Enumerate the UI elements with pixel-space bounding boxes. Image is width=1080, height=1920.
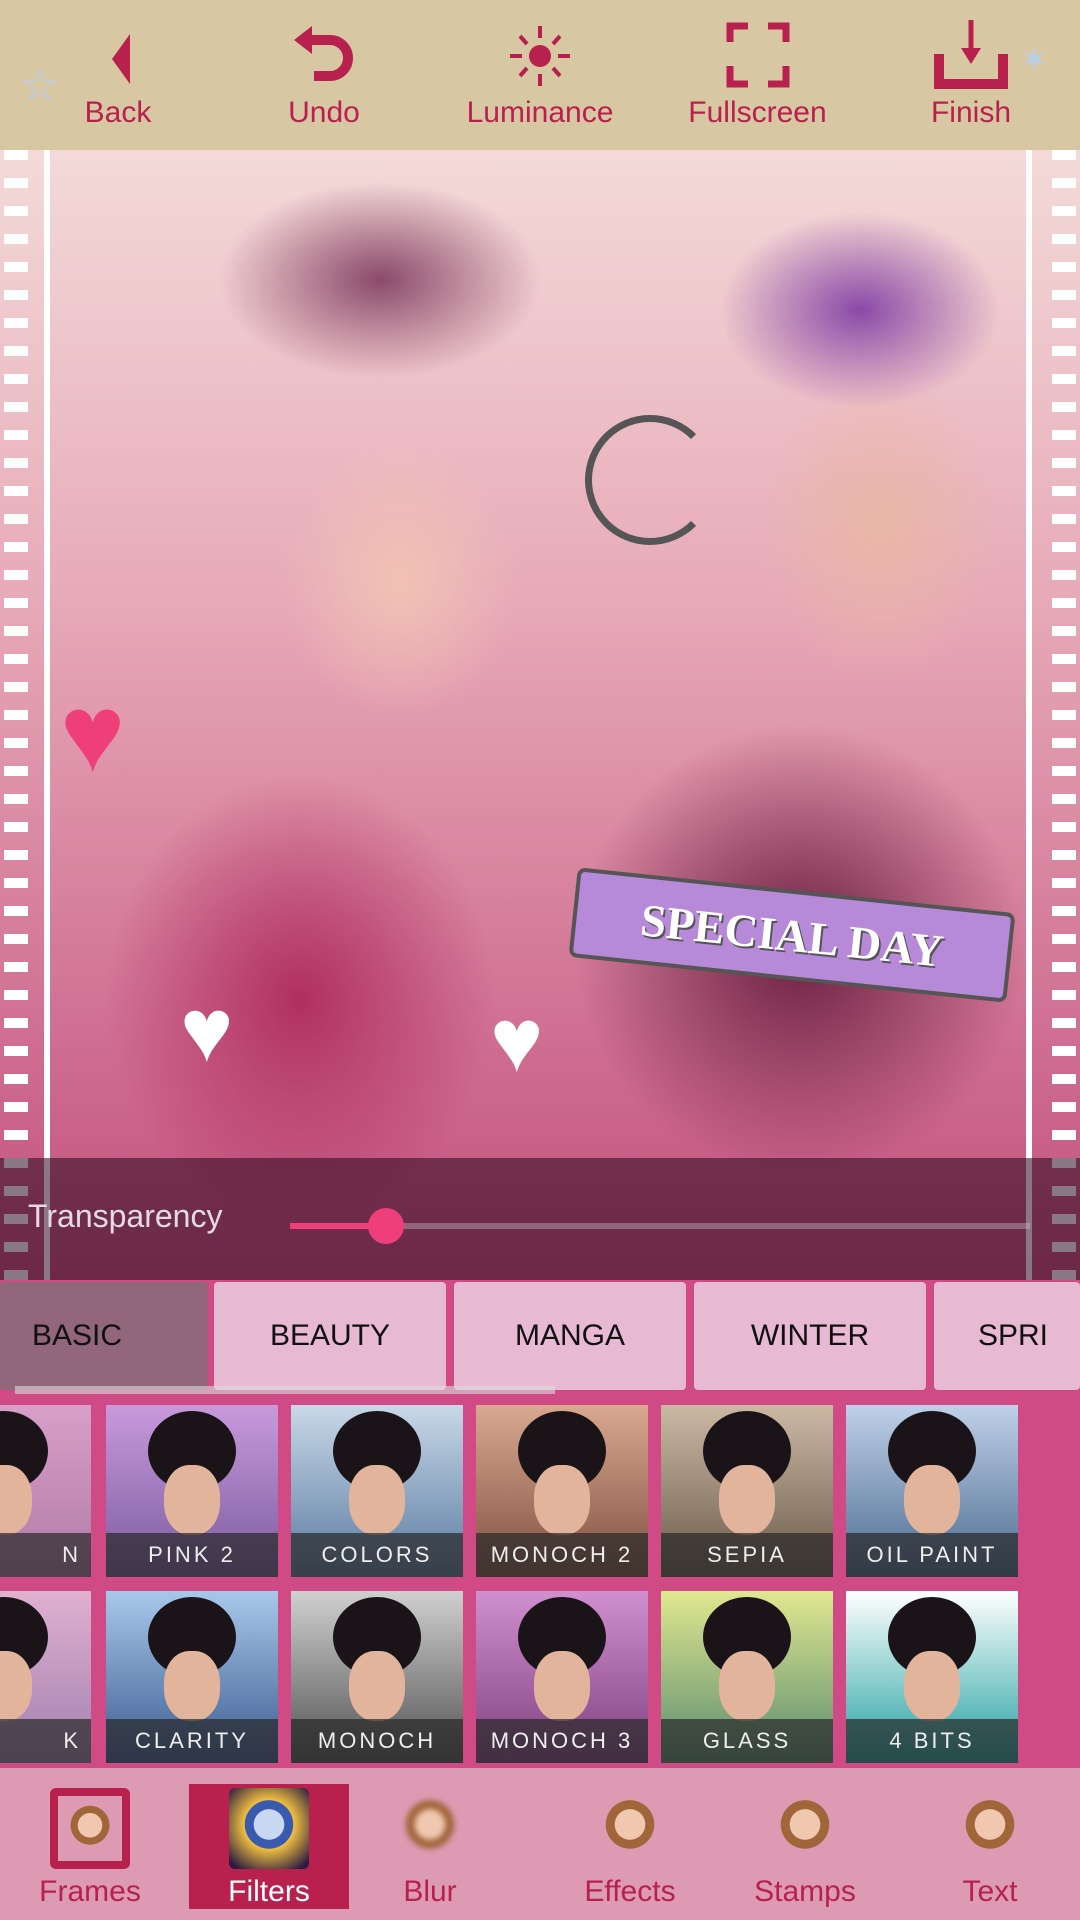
- transparency-label: Transparency: [28, 1198, 223, 1234]
- tab-beauty[interactable]: BEAUTY: [214, 1282, 446, 1390]
- nav-frames[interactable]: Frames: [10, 1784, 170, 1909]
- filter-thumb-pink-2[interactable]: PINK 2: [106, 1405, 278, 1577]
- nav-text[interactable]: Text: [910, 1784, 1070, 1909]
- nav-label: Filters: [228, 1875, 310, 1908]
- nav-label: Blur: [403, 1875, 457, 1908]
- blur-icon: [390, 1788, 470, 1869]
- tab-basic[interactable]: BASIC: [0, 1282, 208, 1390]
- preview-face: [349, 1465, 405, 1535]
- finish-button[interactable]: Finish: [921, 14, 1021, 134]
- special-day-sticker[interactable]: SPECIAL DAY: [568, 867, 1016, 1003]
- filter-label: MONOCH 3: [476, 1719, 648, 1763]
- back-button[interactable]: Back: [68, 14, 168, 134]
- filter-thumb-glass[interactable]: GLASS: [661, 1591, 833, 1763]
- undo-label: Undo: [288, 96, 360, 129]
- nav-label: Text: [962, 1875, 1018, 1908]
- download-icon: [934, 20, 1008, 89]
- frame-border-right: [1026, 150, 1032, 1280]
- tab-label: WINTER: [750, 1319, 870, 1352]
- heart-whiskers-sticker[interactable]: ♥: [490, 990, 543, 1093]
- sticker-text: SPECIAL DAY: [638, 893, 946, 977]
- luminance-label: Luminance: [466, 96, 614, 129]
- frames-icon: [50, 1788, 130, 1869]
- nav-label: Effects: [584, 1875, 676, 1908]
- finish-label: Finish: [930, 96, 1012, 129]
- frame-dots-right: [1052, 150, 1076, 1280]
- preview-face: [719, 1651, 775, 1721]
- filter-label: GLASS: [661, 1719, 833, 1763]
- filters-icon: [229, 1788, 309, 1869]
- stamps-icon: [765, 1788, 845, 1869]
- filter-thumb-k[interactable]: K: [0, 1591, 91, 1763]
- photo-canvas[interactable]: ♥ ♥ ♥ SPECIAL DAY: [0, 150, 1080, 1280]
- preview-face: [904, 1465, 960, 1535]
- filter-label: PINK 2: [106, 1533, 278, 1577]
- fullscreen-label: Fullscreen: [688, 96, 827, 129]
- preview-face: [349, 1651, 405, 1721]
- filter-thumb-colors[interactable]: COLORS: [291, 1405, 463, 1577]
- filter-label: CLARITY: [106, 1719, 278, 1763]
- filter-label: K: [0, 1719, 91, 1763]
- back-icon: [112, 34, 130, 84]
- swirl-sticker[interactable]: [585, 415, 715, 545]
- star-decoration-icon: ☆: [20, 61, 60, 110]
- tab-label: BEAUTY: [269, 1319, 391, 1352]
- preview-face: [534, 1651, 590, 1721]
- filter-thumb-monoch-2[interactable]: MONOCH 2: [476, 1405, 648, 1577]
- nav-blur[interactable]: Blur: [350, 1784, 510, 1909]
- slider-thumb[interactable]: [368, 1208, 405, 1244]
- nav-label: Stamps: [754, 1875, 856, 1908]
- filter-thumb-clarity[interactable]: CLARITY: [106, 1591, 278, 1763]
- luminance-button[interactable]: Luminance: [455, 14, 625, 134]
- tab-label: SPRI: [978, 1319, 1049, 1352]
- text-icon: [950, 1788, 1030, 1869]
- star-decoration-icon: ✶: [1020, 41, 1049, 79]
- filter-category-tabs: BASIC BEAUTY MANGA WINTER SPRI: [0, 1282, 1080, 1394]
- preview-face: [164, 1651, 220, 1721]
- undo-icon: [294, 26, 353, 81]
- preview-face: [719, 1465, 775, 1535]
- nav-label: Frames: [39, 1875, 141, 1908]
- filter-thumb-sepia[interactable]: SEPIA: [661, 1405, 833, 1577]
- filter-label: 4 BITS: [846, 1719, 1018, 1763]
- top-toolbar: ☆ ✶ Back Undo Luminance Fullscreen Finis…: [0, 0, 1080, 150]
- tab-manga[interactable]: MANGA: [454, 1282, 686, 1390]
- heart-sticker[interactable]: ♥: [60, 670, 125, 797]
- tab-spring[interactable]: SPRI: [934, 1282, 1080, 1390]
- filter-thumb-n[interactable]: N: [0, 1405, 91, 1577]
- tab-winter[interactable]: WINTER: [694, 1282, 926, 1390]
- filter-thumb-4-bits[interactable]: 4 BITS: [846, 1591, 1018, 1763]
- transparency-slider[interactable]: [290, 1208, 1030, 1244]
- tab-label: MANGA: [514, 1319, 625, 1352]
- fullscreen-button[interactable]: Fullscreen: [675, 14, 840, 134]
- preview-face: [534, 1465, 590, 1535]
- filter-label: N: [0, 1533, 91, 1577]
- undo-button[interactable]: Undo: [274, 14, 374, 134]
- frame-dots-left: [4, 150, 28, 1280]
- nav-stamps[interactable]: Stamps: [725, 1784, 885, 1909]
- sun-icon: [510, 26, 570, 86]
- frame-border-left: [44, 150, 50, 1280]
- filter-label: OIL PAINT: [846, 1533, 1018, 1577]
- nav-effects[interactable]: Effects: [550, 1784, 710, 1909]
- filter-label: MONOCH: [291, 1719, 463, 1763]
- filter-thumb-monoch-3[interactable]: MONOCH 3: [476, 1591, 648, 1763]
- fullscreen-icon: [726, 22, 789, 88]
- preview-face: [904, 1651, 960, 1721]
- filter-label: COLORS: [291, 1533, 463, 1577]
- filter-label: MONOCH 2: [476, 1533, 648, 1577]
- filter-thumb-oil-paint[interactable]: OIL PAINT: [846, 1405, 1018, 1577]
- preview-face: [164, 1465, 220, 1535]
- tab-label: BASIC: [32, 1319, 123, 1352]
- tabs-scrollbar[interactable]: [15, 1386, 555, 1394]
- nav-filters[interactable]: Filters: [189, 1784, 349, 1909]
- effects-icon: [590, 1788, 670, 1869]
- filter-thumb-monoch[interactable]: MONOCH: [291, 1591, 463, 1763]
- heart-whiskers-sticker[interactable]: ♥: [180, 980, 233, 1083]
- transparency-panel: Transparency: [0, 1158, 1080, 1280]
- back-label: Back: [84, 96, 152, 129]
- filter-label: SEPIA: [661, 1533, 833, 1577]
- bottom-nav: Frames Filters Blur Effects Stamps Text: [0, 1768, 1080, 1920]
